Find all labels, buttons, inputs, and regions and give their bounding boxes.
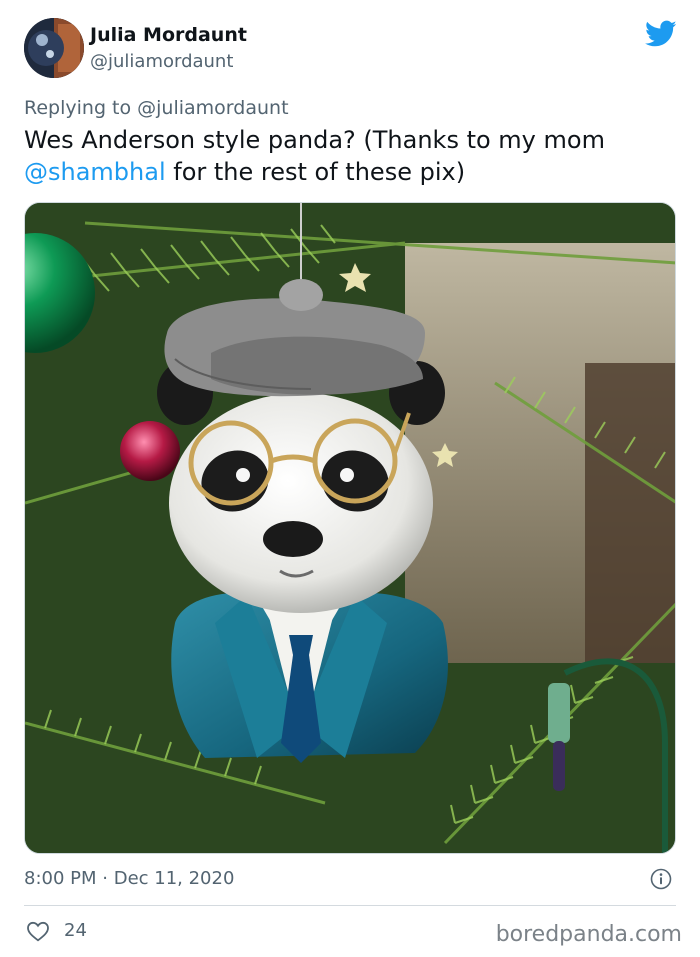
panda-ornament-image [25, 203, 675, 853]
tweet-date: Dec 11, 2020 [113, 868, 235, 889]
info-icon[interactable] [650, 868, 672, 890]
tweet-text: Wes Anderson style panda? (Thanks to my … [24, 124, 664, 188]
tweet-time: 8:00 PM [24, 868, 97, 889]
boredpanda-watermark: boredpanda.com [495, 922, 682, 947]
avatar[interactable] [24, 18, 84, 78]
author-handle[interactable]: @juliamordaunt [90, 51, 233, 73]
heart-icon[interactable] [26, 920, 50, 942]
replying-prefix: Replying to [24, 97, 138, 119]
tweet-card: Julia Mordaunt @juliamordaunt Replying t… [0, 0, 700, 957]
author-display-name[interactable]: Julia Mordaunt [90, 24, 247, 46]
tweet-photo[interactable] [24, 202, 676, 854]
replying-to: Replying to @juliamordaunt [24, 96, 289, 120]
tweet-text-part-2: for the rest of these pix) [165, 158, 466, 186]
twitter-bird-icon[interactable] [645, 20, 677, 48]
timestamp-separator: · [96, 868, 114, 889]
divider [24, 905, 676, 906]
avatar-image [24, 18, 84, 78]
mention-link-shambhal[interactable]: @shambhal [24, 158, 166, 186]
tweet-text-part-1: Wes Anderson style panda? (Thanks to my … [24, 126, 605, 154]
tweet-timestamp[interactable]: 8:00 PM · Dec 11, 2020 [24, 867, 234, 891]
like-count: 24 [64, 920, 87, 941]
replying-mention-link[interactable]: @juliamordaunt [137, 97, 288, 119]
